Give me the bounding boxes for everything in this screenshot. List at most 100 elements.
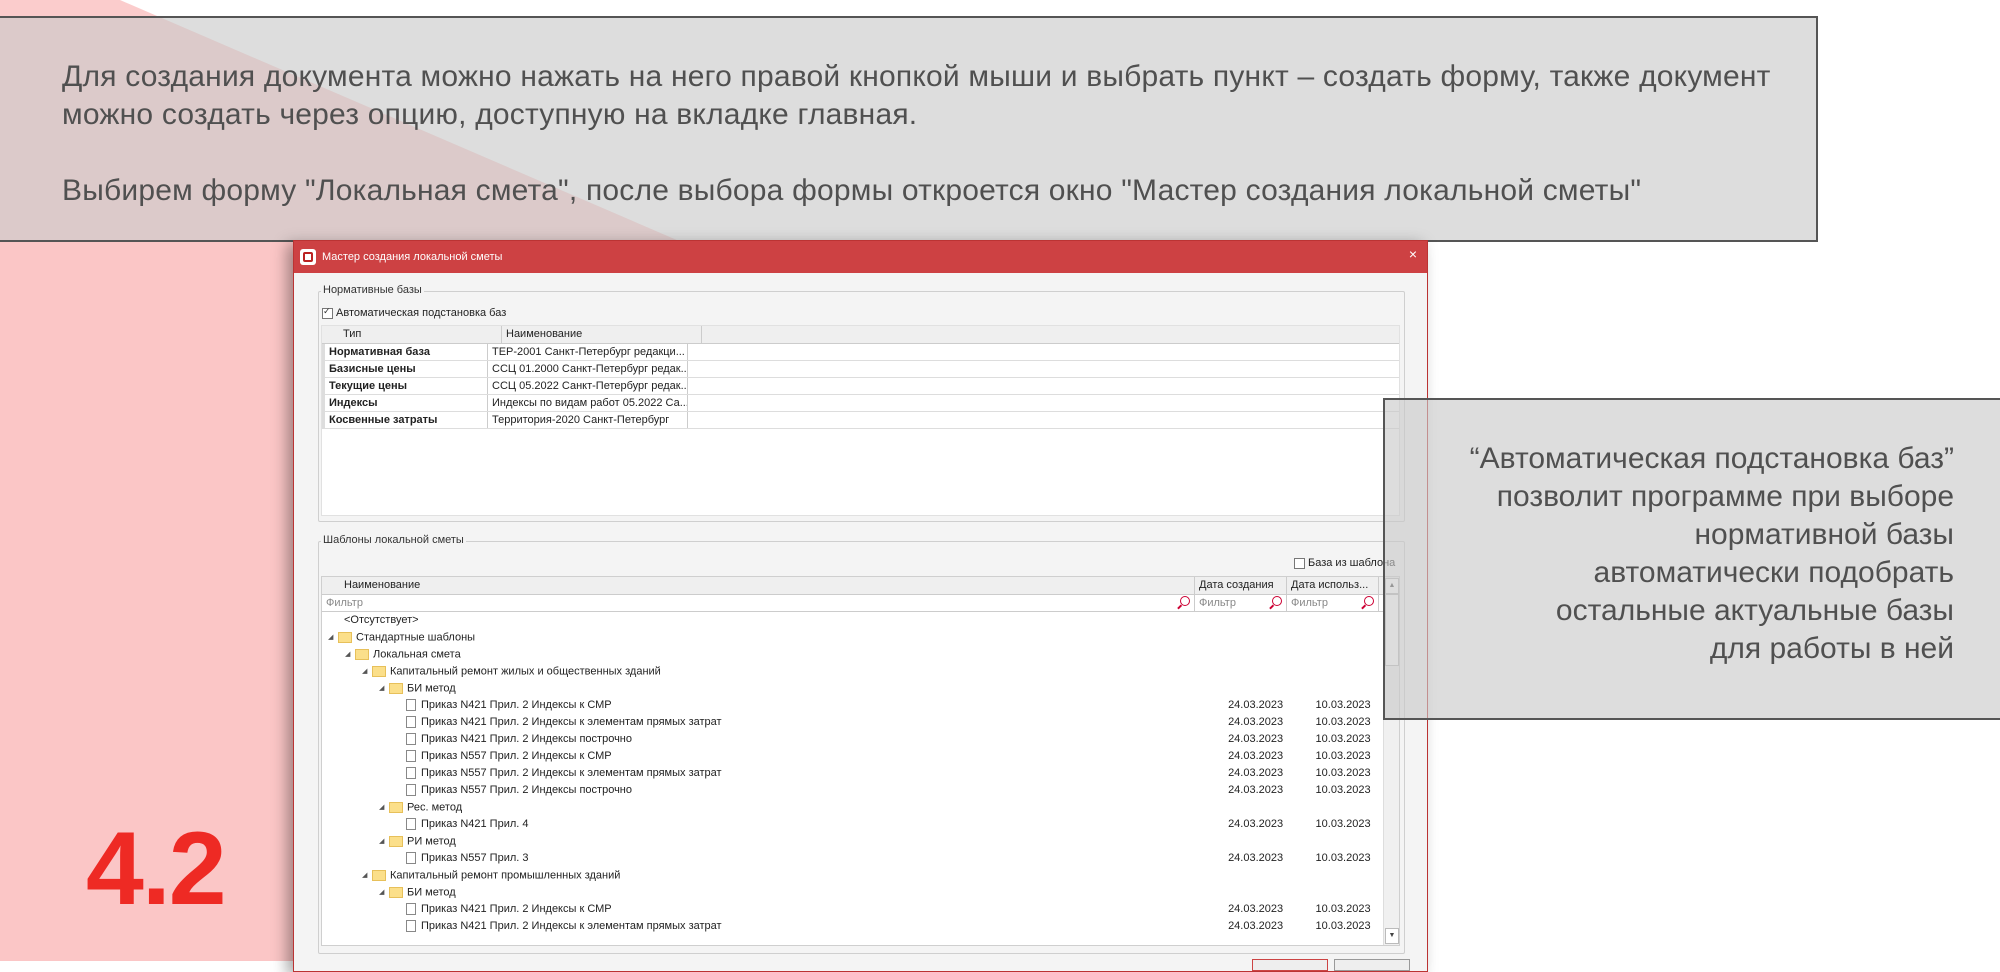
template-label: Локальная смета <box>373 648 461 661</box>
templates-tree: <Отсутствует> ◢ Стандартные шаблоны ◢ Локаль… <box>322 612 1399 935</box>
template-label: РИ метод <box>407 835 456 848</box>
close-icon[interactable]: × <box>1409 246 1417 262</box>
column-header-used[interactable]: Дата использ... <box>1287 577 1379 594</box>
template-row[interactable]: ◢ Капитальный ремонт жилых и общественных… <box>322 663 1399 680</box>
expand-toggle-icon[interactable]: ◢ <box>345 646 355 663</box>
local-estimate-wizard-dialog: Мастер создания локальной сметы × Нормат… <box>293 240 1428 972</box>
expand-toggle-icon[interactable]: ◢ <box>362 867 372 884</box>
base-from-template-checkbox[interactable]: База из шаблона <box>1294 557 1395 569</box>
expand-toggle-icon[interactable]: ◢ <box>379 833 389 850</box>
instruction-callout: Для создания документа можно нажать на н… <box>0 16 1818 242</box>
template-row[interactable]: ◢ Локальная смета <box>322 646 1399 663</box>
instruction-paragraph-2: Выбирем форму "Локальная смета", после в… <box>62 174 1642 207</box>
template-row[interactable]: ◢ БИ метод <box>322 884 1399 901</box>
norm-base-row[interactable]: Текущие цены ССЦ 05.2022 Санкт-Петербург … <box>322 378 1399 395</box>
template-row[interactable]: Приказ N421 Прил. 2 Индексы к СМР 24.03.2… <box>322 901 1399 918</box>
filter-used-input[interactable]: Фильтр <box>1287 595 1379 611</box>
template-name-cell: ◢ Локальная смета <box>322 646 1216 663</box>
template-name-cell: ◢ БИ метод <box>322 680 1221 697</box>
template-label: Приказ N421 Прил. 4 <box>421 818 529 830</box>
expand-toggle-icon[interactable]: ◢ <box>379 799 389 816</box>
document-icon <box>406 903 416 916</box>
document-icon <box>406 699 416 712</box>
template-row[interactable]: ◢ РИ метод <box>322 833 1399 850</box>
document-icon <box>406 767 416 780</box>
expand-toggle-icon[interactable]: ◢ <box>362 663 372 680</box>
norm-base-row[interactable]: Нормативная база ТЕР-2001 Санкт-Петербург… <box>322 344 1399 361</box>
template-created-date: 24.03.2023 <box>1228 699 1284 711</box>
template-name-cell: Приказ N557 Прил. 2 Индексы к СМР <box>322 748 1224 765</box>
auto-substitution-checkbox[interactable]: Автоматическая подстановка баз <box>322 306 506 319</box>
folder-icon <box>389 836 403 847</box>
expand-toggle-icon[interactable]: ◢ <box>328 629 338 646</box>
template-name-cell: ◢ Капитальный ремонт жилых и общественных… <box>322 663 1218 680</box>
document-icon <box>406 733 416 746</box>
callout-line: остальные актуальные базы <box>1555 594 1954 627</box>
template-label: Приказ N421 Прил. 2 Индексы к СМР <box>421 903 612 915</box>
expand-toggle-icon[interactable]: ◢ <box>379 680 389 697</box>
norm-bases-header: Тип Наименование <box>322 326 1399 344</box>
column-header-type[interactable]: Тип <box>322 326 502 343</box>
template-row[interactable]: Приказ N557 Прил. 3 24.03.2023 10.03.2023 <box>322 850 1399 867</box>
column-header-template-name[interactable]: Наименование <box>322 577 1195 594</box>
template-name-cell: Приказ N557 Прил. 2 Индексы построчно <box>322 782 1224 799</box>
norm-base-type: Нормативная база <box>322 344 488 360</box>
template-row[interactable]: Приказ N557 Прил. 2 Индексы построчно 24.… <box>322 782 1399 799</box>
callout-line: нормативной базы <box>1694 518 1954 551</box>
checkbox-unchecked-icon[interactable] <box>1294 557 1305 569</box>
template-row[interactable]: Приказ N421 Прил. 2 Индексы к СМР 24.03.2… <box>322 697 1399 714</box>
template-label: Приказ N557 Прил. 2 Индексы к СМР <box>421 750 612 762</box>
filter-name-input[interactable]: Фильтр <box>322 595 1195 611</box>
template-row[interactable]: ◢ Стандартные шаблоны <box>322 629 1399 646</box>
template-row[interactable]: ◢ Рес. метод <box>322 799 1399 816</box>
template-label: Рес. метод <box>407 801 463 814</box>
filter-created-input[interactable]: Фильтр <box>1195 595 1287 611</box>
search-icon[interactable] <box>1364 596 1374 606</box>
norm-base-row[interactable]: Индексы Индексы по видам работ 05.2022 Са… <box>322 395 1399 412</box>
norm-base-name[interactable]: ССЦ 05.2022 Санкт-Петербург редак... <box>488 378 688 394</box>
norm-base-name[interactable]: Территория-2020 Санкт-Петербург <box>488 412 688 428</box>
column-header-name[interactable]: Наименование <box>502 326 702 343</box>
template-row[interactable]: Приказ N557 Прил. 2 Индексы к СМР 24.03.2… <box>322 748 1399 765</box>
template-name-cell: Приказ N557 Прил. 2 Индексы к элементам … <box>322 765 1224 782</box>
norm-base-name[interactable]: ТЕР-2001 Санкт-Петербург редакци... <box>488 344 688 360</box>
scroll-down-icon[interactable]: ▼ <box>1385 928 1399 944</box>
template-row[interactable]: <Отсутствует> <box>322 612 1399 629</box>
document-icon <box>406 818 416 831</box>
search-icon[interactable] <box>1180 596 1190 606</box>
norm-base-name[interactable]: ССЦ 01.2000 Санкт-Петербург редак... <box>488 361 688 377</box>
norm-base-row[interactable]: Косвенные затраты Территория-2020 Санкт-П… <box>322 412 1399 429</box>
callout-line: для работы в ней <box>1709 632 1954 665</box>
expand-toggle-icon[interactable]: ◢ <box>379 884 389 901</box>
template-label: Стандартные шаблоны <box>356 631 476 644</box>
template-row[interactable]: Приказ N421 Прил. 2 Индексы к элементам … <box>322 918 1399 935</box>
norm-bases-body: Нормативная база ТЕР-2001 Санкт-Петербург… <box>322 344 1399 429</box>
template-label: БИ метод <box>407 682 456 695</box>
template-row[interactable]: ◢ БИ метод <box>322 680 1399 697</box>
norm-base-name[interactable]: Индексы по видам работ 05.2022 Са... <box>488 395 688 411</box>
template-row[interactable]: ◢ Капитальный ремонт промышленных зданий <box>322 867 1399 884</box>
template-name-cell: Приказ N557 Прил. 3 <box>322 850 1224 867</box>
filter-row: Фильтр Фильтр Фильтр <box>322 595 1399 612</box>
search-icon[interactable] <box>1272 596 1282 606</box>
template-row[interactable]: Приказ N557 Прил. 2 Индексы к элементам … <box>322 765 1399 782</box>
template-row[interactable]: Приказ N421 Прил. 2 Индексы к элементам … <box>322 714 1399 731</box>
template-created-date: 24.03.2023 <box>1228 716 1284 728</box>
template-name-cell: Приказ N421 Прил. 2 Индексы построчно <box>322 731 1224 748</box>
template-name-cell: ◢ РИ метод <box>322 833 1221 850</box>
template-name-cell: <Отсутствует> <box>322 612 1215 629</box>
template-row[interactable]: Приказ N421 Прил. 2 Индексы построчно 24.… <box>322 731 1399 748</box>
templates-label: Шаблоны локальной сметы <box>321 534 466 546</box>
template-created-date: 24.03.2023 <box>1228 733 1284 745</box>
template-row[interactable]: Приказ N421 Прил. 4 24.03.2023 10.03.2023 <box>322 816 1399 833</box>
template-label: Приказ N557 Прил. 2 Индексы к элементам … <box>421 767 722 779</box>
norm-base-row[interactable]: Базисные цены ССЦ 01.2000 Санкт-Петербург… <box>322 361 1399 378</box>
templates-table: Наименование Дата создания Дата использ.… <box>321 576 1400 946</box>
template-created-date <box>1201 629 1293 646</box>
template-label: БИ метод <box>407 886 456 899</box>
template-name-cell: Приказ N421 Прил. 2 Индексы к элементам … <box>322 918 1224 935</box>
dialog-title-bar[interactable]: Мастер создания локальной сметы × <box>294 241 1427 273</box>
column-header-created[interactable]: Дата создания <box>1195 577 1287 594</box>
document-icon <box>406 716 416 729</box>
checkbox-checked-icon[interactable] <box>322 306 333 319</box>
